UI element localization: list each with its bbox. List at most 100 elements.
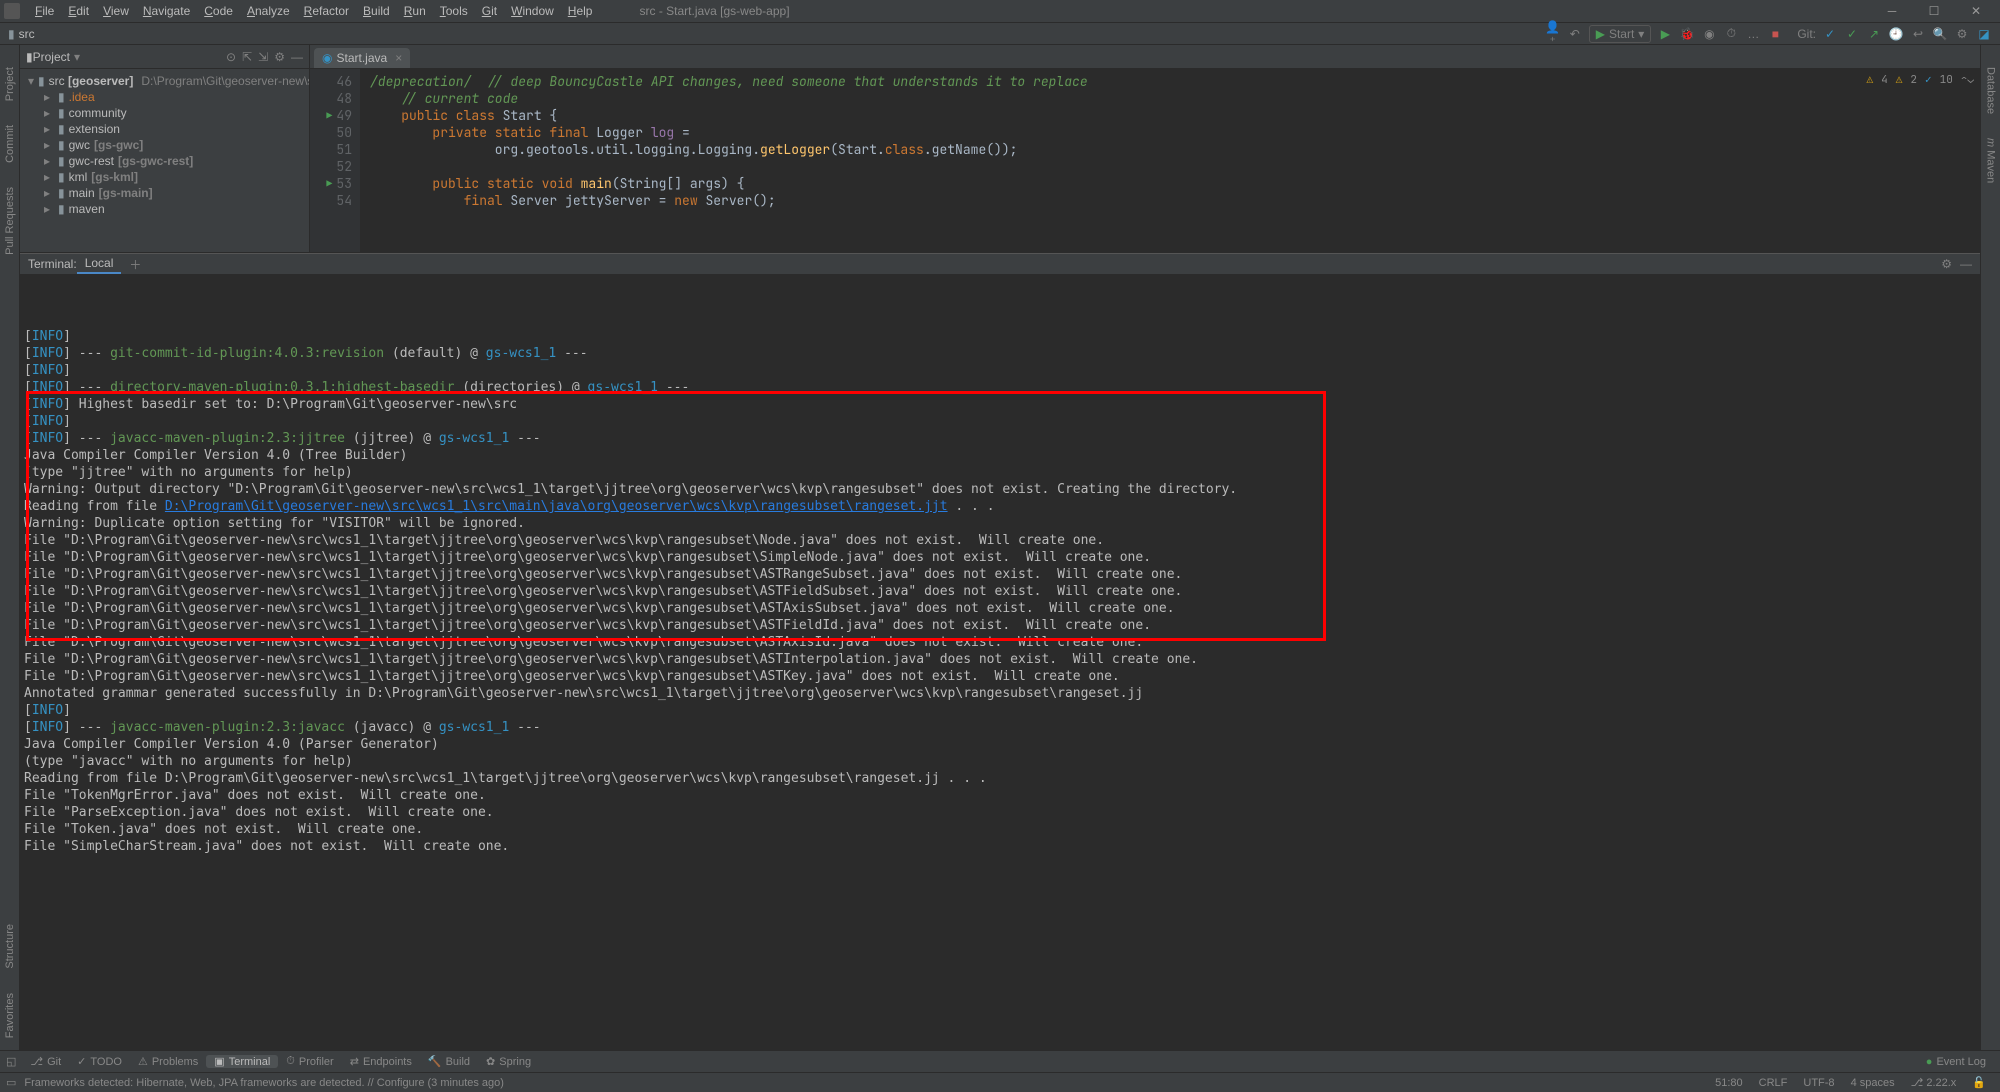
commit-tool-tab[interactable]: Commit	[4, 125, 16, 163]
terminal-output[interactable]: [INFO] [INFO] --- git-commit-id-plugin:4…	[20, 275, 1980, 1050]
bottom-tab-git[interactable]: ⎇Git	[22, 1055, 69, 1068]
line-separator[interactable]: CRLF	[1751, 1077, 1796, 1089]
expand-all-icon[interactable]: ⇱	[242, 50, 252, 64]
attach-button[interactable]: …	[1745, 27, 1761, 41]
terminal-line: [INFO] --- directory-maven-plugin:0.3.1:…	[24, 379, 1976, 396]
add-user-icon[interactable]: 👤⁺	[1545, 20, 1561, 48]
code-editor[interactable]: 4648▶ 49505152▶ 5354 /deprecation/ // de…	[310, 69, 1980, 252]
status-message[interactable]: Frameworks detected: Hibernate, Web, JPA…	[16, 1077, 512, 1089]
profile-button[interactable]: ⏱	[1723, 26, 1739, 41]
settings-icon[interactable]: ⚙	[1954, 27, 1970, 41]
terminal-line: [INFO] --- javacc-maven-plugin:2.3:javac…	[24, 719, 1976, 736]
bottom-tab-profiler[interactable]: ⏱Profiler	[278, 1055, 341, 1068]
bottom-tab-problems[interactable]: ⚠Problems	[130, 1055, 206, 1068]
gear-icon[interactable]: ⚙	[274, 50, 285, 64]
menu-help[interactable]: Help	[561, 4, 600, 18]
favorites-tool-tab[interactable]: Favorites	[4, 993, 16, 1038]
vcs-rollback-icon[interactable]: ↩	[1910, 27, 1926, 41]
terminal-tab-local[interactable]: Local	[77, 254, 122, 274]
hide-icon[interactable]: —	[291, 50, 303, 64]
tree-item[interactable]: ▸▮kml [gs-kml]	[20, 169, 309, 185]
menu-git[interactable]: Git	[475, 4, 504, 18]
caret-position[interactable]: 51:80	[1707, 1077, 1751, 1089]
inspection-widget[interactable]: ⚠4 ⚠2 ✓10 ⌃⌄	[1863, 73, 1978, 87]
minimize-button[interactable]: ─	[1872, 1, 1912, 21]
coverage-button[interactable]: ◉	[1701, 27, 1717, 41]
bottom-tab-spring[interactable]: ✿Spring	[478, 1055, 539, 1068]
vcs-push-icon[interactable]: ↗	[1866, 27, 1882, 41]
terminal-line: File "D:\Program\Git\geoserver-new\src\w…	[24, 532, 1976, 549]
code-content[interactable]: /deprecation/ // deep BouncyCastle API c…	[360, 69, 1980, 252]
bottom-tool-strip: ◱ ⎇Git✓TODO⚠Problems▣Terminal⏱Profiler⇄E…	[0, 1050, 2000, 1072]
breadcrumb-item[interactable]: src	[19, 27, 35, 41]
ide-features-icon[interactable]: ◪	[1976, 27, 1992, 41]
main-menu: FileEditViewNavigateCodeAnalyzeRefactorB…	[28, 4, 599, 18]
terminal-line: File "D:\Program\Git\geoserver-new\src\w…	[24, 600, 1976, 617]
hide-icon[interactable]: —	[1960, 257, 1972, 271]
select-opened-file-icon[interactable]: ⊙	[226, 50, 236, 64]
file-encoding[interactable]: UTF-8	[1795, 1077, 1842, 1089]
status-bar: ▭ Frameworks detected: Hibernate, Web, J…	[0, 1072, 2000, 1092]
debug-button[interactable]: 🐞	[1679, 27, 1695, 41]
pull-requests-tool-tab[interactable]: Pull Requests	[4, 187, 16, 255]
tree-item[interactable]: ▸▮maven	[20, 201, 309, 217]
collapse-all-icon[interactable]: ⇲	[258, 50, 268, 64]
vcs-history-icon[interactable]: 🕘	[1888, 27, 1904, 41]
ide-logo-icon	[4, 3, 20, 19]
maven-tool-tab[interactable]: m Maven	[1985, 138, 1997, 183]
indent-widget[interactable]: 4 spaces	[1843, 1077, 1903, 1089]
vcs-commit-icon[interactable]: ✓	[1844, 27, 1860, 41]
structure-tool-tab[interactable]: Structure	[4, 924, 16, 969]
tree-root[interactable]: ▾▮ src [geoserver] D:\Program\Git\geoser…	[20, 73, 309, 89]
new-terminal-button[interactable]: ＋	[129, 256, 141, 273]
terminal-line: (type "jjtree" with no arguments for hel…	[24, 464, 1976, 481]
menu-window[interactable]: Window	[504, 4, 561, 18]
menu-analyze[interactable]: Analyze	[240, 4, 297, 18]
bottom-tab-todo[interactable]: ✓TODO	[69, 1055, 130, 1068]
tree-item[interactable]: ▸▮community	[20, 105, 309, 121]
menu-refactor[interactable]: Refactor	[297, 4, 356, 18]
editor-gutter: 4648▶ 49505152▶ 5354	[310, 69, 360, 252]
run-configuration-selector[interactable]: ▶ Start ▾	[1589, 25, 1652, 43]
tree-item[interactable]: ▸▮extension	[20, 121, 309, 137]
tool-window-quick-access-icon[interactable]: ◱	[6, 1055, 16, 1068]
menu-navigate[interactable]: Navigate	[136, 4, 197, 18]
terminal-line: [INFO] --- javacc-maven-plugin:2.3:jjtre…	[24, 430, 1976, 447]
menu-code[interactable]: Code	[197, 4, 240, 18]
editor-tab[interactable]: ◉ Start.java ×	[314, 48, 410, 68]
git-branch[interactable]: ⎇ 2.22.x	[1903, 1076, 1965, 1089]
menu-run[interactable]: Run	[397, 4, 433, 18]
project-header: ▮ Project ▾ ⊙ ⇱ ⇲ ⚙ —	[20, 45, 309, 69]
close-button[interactable]: ✕	[1956, 1, 1996, 21]
database-tool-tab[interactable]: Database	[1985, 67, 1997, 114]
dropdown-icon[interactable]: ▾	[74, 50, 80, 64]
tree-item[interactable]: ▸▮gwc-rest [gs-gwc-rest]	[20, 153, 309, 169]
tree-item[interactable]: ▸▮gwc [gs-gwc]	[20, 137, 309, 153]
vcs-update-icon[interactable]: ✓	[1822, 27, 1838, 41]
tree-item[interactable]: ▸▮main [gs-main]	[20, 185, 309, 201]
chevron-up-down-icon[interactable]: ⌃⌄	[1961, 73, 1974, 87]
gear-icon[interactable]: ⚙	[1941, 257, 1952, 271]
menu-edit[interactable]: Edit	[61, 4, 96, 18]
bottom-tab-endpoints[interactable]: ⇄Endpoints	[342, 1055, 420, 1068]
terminal-line: [INFO]	[24, 362, 1976, 379]
project-tool-tab[interactable]: Project	[4, 67, 16, 101]
stop-button[interactable]: ■	[1767, 27, 1783, 41]
back-arrow-icon[interactable]: ↶	[1567, 27, 1583, 41]
problems-icon: ⚠	[138, 1055, 148, 1068]
menu-file[interactable]: File	[28, 4, 61, 18]
menu-view[interactable]: View	[96, 4, 136, 18]
maximize-button[interactable]: ☐	[1914, 1, 1954, 21]
search-everywhere-icon[interactable]: 🔍	[1932, 27, 1948, 41]
menu-build[interactable]: Build	[356, 4, 397, 18]
terminal-line: [INFO] Highest basedir set to: D:\Progra…	[24, 396, 1976, 413]
run-button[interactable]: ▶	[1657, 27, 1673, 41]
event-log-button[interactable]: ● Event Log	[1918, 1056, 1994, 1068]
menu-tools[interactable]: Tools	[433, 4, 475, 18]
close-tab-icon[interactable]: ×	[395, 51, 402, 65]
lock-icon[interactable]: 🔓	[1964, 1076, 1994, 1089]
bottom-tab-build[interactable]: 🔨Build	[420, 1055, 478, 1068]
project-tree[interactable]: ▾▮ src [geoserver] D:\Program\Git\geoser…	[20, 69, 309, 252]
bottom-tab-terminal[interactable]: ▣Terminal	[206, 1055, 278, 1068]
tree-item[interactable]: ▸▮.idea	[20, 89, 309, 105]
